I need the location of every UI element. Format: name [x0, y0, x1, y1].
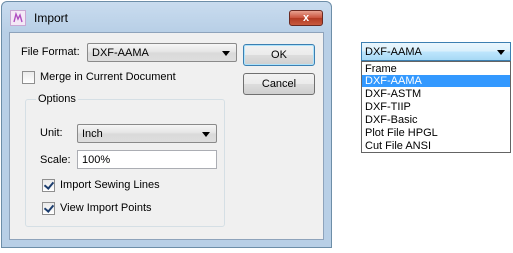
- dropdown-option[interactable]: Plot File HPGL: [362, 127, 510, 139]
- options-title: Options: [36, 93, 78, 105]
- format-dropdown[interactable]: DXF-AAMA: [361, 42, 511, 61]
- scale-input[interactable]: 100%: [77, 150, 217, 169]
- import-sewing-lines-label: Import Sewing Lines: [60, 179, 160, 191]
- close-icon: x: [302, 12, 310, 24]
- view-import-points-label: View Import Points: [60, 202, 152, 214]
- unit-label: Unit:: [40, 127, 63, 139]
- view-import-points-checkbox[interactable]: [42, 202, 55, 215]
- merge-checkbox[interactable]: [22, 71, 35, 84]
- close-button[interactable]: x: [289, 10, 323, 26]
- dropdown-option[interactable]: DXF-Basic: [362, 114, 510, 126]
- dropdown-option[interactable]: Cut File ANSI: [362, 140, 510, 152]
- dropdown-option[interactable]: Frame: [362, 63, 510, 75]
- unit-select[interactable]: Inch: [77, 124, 217, 143]
- scale-label: Scale:: [40, 154, 71, 166]
- dropdown-selected-value: DXF-AAMA: [365, 46, 422, 58]
- import-sewing-lines-checkbox[interactable]: [42, 179, 55, 192]
- file-format-value: DXF-AAMA: [92, 47, 149, 59]
- dropdown-list: Frame DXF-AAMA DXF-ASTM DXF-TIIP DXF-Bas…: [361, 61, 511, 153]
- ok-button[interactable]: OK: [243, 44, 315, 66]
- file-format-select[interactable]: DXF-AAMA: [87, 43, 237, 62]
- dropdown-option-highlighted[interactable]: DXF-AAMA: [362, 75, 510, 87]
- scale-value: 100%: [82, 154, 111, 166]
- merge-label: Merge in Current Document: [40, 71, 176, 83]
- dropdown-option[interactable]: DXF-TIIP: [362, 101, 510, 113]
- chevron-down-icon: [497, 50, 505, 55]
- app-logo-icon: [10, 10, 26, 26]
- chevron-down-icon: [222, 51, 230, 56]
- dialog-body: File Format: DXF-AAMA OK Cancel Merge in…: [9, 32, 324, 240]
- dropdown-option[interactable]: DXF-ASTM: [362, 88, 510, 100]
- file-format-label: File Format:: [21, 46, 80, 58]
- title-bar[interactable]: Import x: [2, 2, 331, 32]
- chevron-down-icon: [202, 132, 210, 137]
- import-dialog: Import x File Format: DXF-AAMA OK Cancel…: [1, 1, 332, 248]
- dialog-title: Import: [34, 11, 69, 25]
- cancel-button[interactable]: Cancel: [243, 73, 315, 95]
- unit-value: Inch: [82, 128, 103, 140]
